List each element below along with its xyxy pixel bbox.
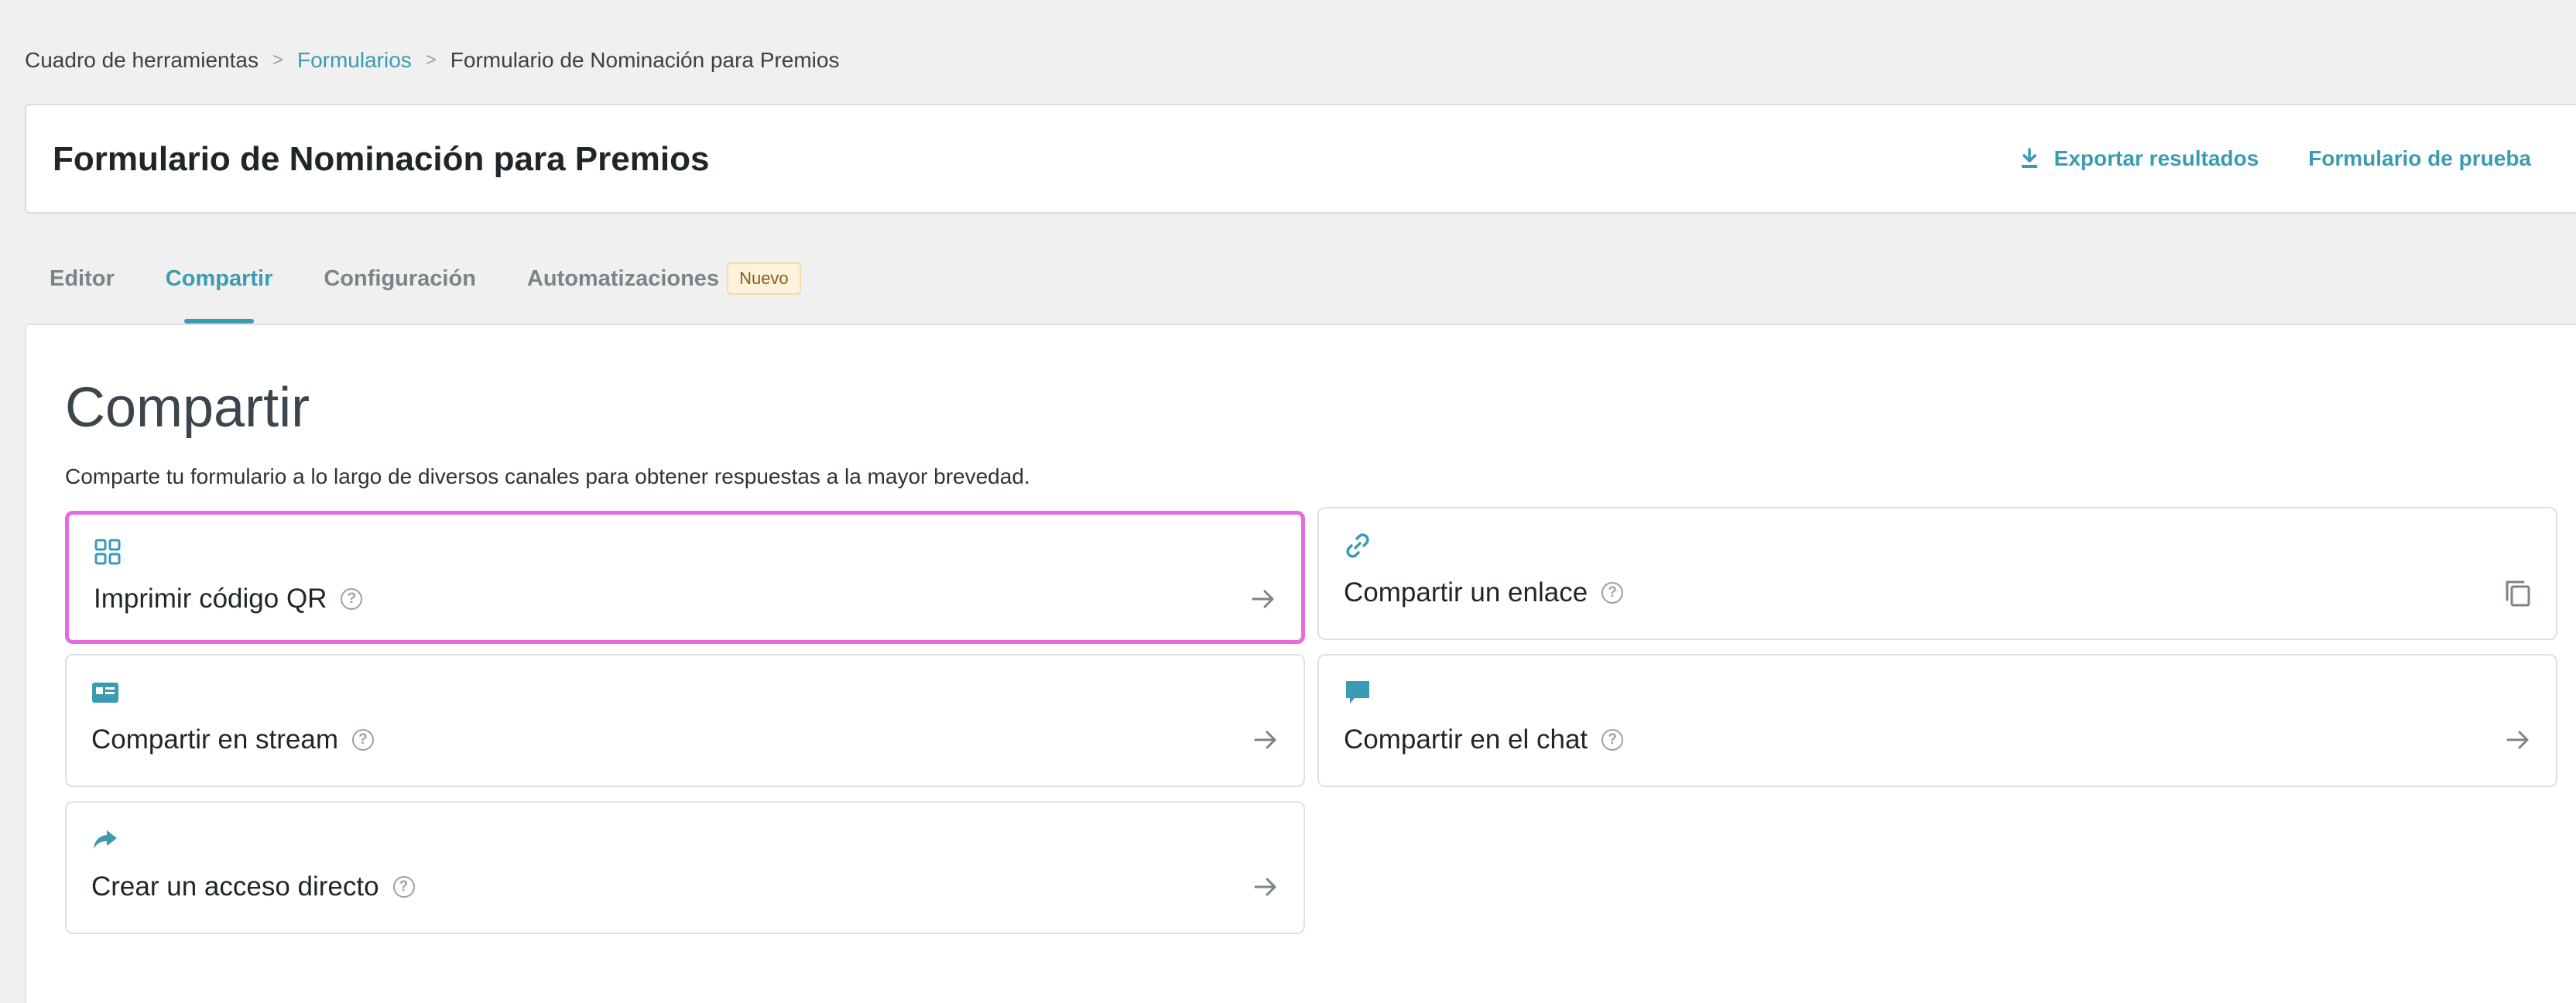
breadcrumb-item-forms[interactable]: Formularios [297, 45, 412, 76]
new-badge: Nuevo [727, 262, 801, 295]
arrow-right-icon [1254, 878, 1276, 896]
tab-compartir[interactable]: Compartir [165, 255, 273, 323]
option-label-text: Compartir en stream [91, 724, 338, 755]
breadcrumb-separator: > [425, 50, 437, 70]
help-icon[interactable]: ? [341, 588, 363, 610]
header-actions: Exportar resultados Formulario de prueba [2020, 105, 2531, 212]
download-icon [2021, 148, 2037, 168]
section-description: Comparte tu formulario a lo largo de div… [65, 464, 1030, 488]
test-form-label: Formulario de prueba [2308, 146, 2531, 170]
test-form-button[interactable]: Formulario de prueba [2308, 146, 2531, 171]
share-link-option[interactable]: Compartir un enlace ? [1317, 507, 2557, 640]
arrow-right-icon [1254, 731, 1276, 749]
export-results-button[interactable]: Exportar resultados [2020, 146, 2259, 171]
arrow-right-icon [2506, 731, 2529, 749]
help-icon[interactable]: ? [1601, 582, 1624, 604]
section-heading: Compartir [65, 377, 310, 439]
option-label: Compartir en el chat ? [1344, 721, 1624, 759]
tab-editor[interactable]: Editor [50, 255, 115, 302]
chat-bubble-icon [1346, 681, 1369, 703]
breadcrumb-separator: > [272, 50, 283, 70]
tab-configuracion[interactable]: Configuración [324, 255, 476, 302]
copy-icon[interactable] [2503, 578, 2533, 608]
link-icon [1346, 533, 1369, 558]
option-label: Imprimir código QR ? [94, 580, 363, 618]
option-label: Crear un acceso directo ? [91, 868, 415, 906]
breadcrumb: Cuadro de herramientas > Formularios > F… [25, 45, 839, 76]
tab-automatizaciones[interactable]: Automatizaciones Nuevo [527, 255, 801, 302]
stream-card-icon [92, 683, 118, 703]
page-title: Formulario de Nominación para Premios [53, 140, 710, 178]
share-chat-option[interactable]: Compartir en el chat ? [1317, 654, 2557, 787]
tab-bar: Editor Compartir Configuración Automatiz… [50, 255, 801, 325]
help-icon[interactable]: ? [351, 729, 374, 751]
tab-label: Editor [50, 266, 115, 291]
option-label: Compartir un enlace ? [1344, 573, 1624, 612]
option-label-text: Compartir un enlace [1344, 577, 1588, 608]
form-header: Formulario de Nominación para Premios Ex… [25, 104, 2576, 214]
create-shortcut-option[interactable]: Crear un acceso directo ? [65, 801, 1305, 934]
export-results-label: Exportar resultados [2054, 146, 2259, 170]
option-label-text: Crear un acceso directo [91, 871, 379, 902]
option-label-text: Compartir en el chat [1344, 724, 1588, 755]
breadcrumb-item-toolbox[interactable]: Cuadro de herramientas [25, 45, 259, 76]
share-stream-option[interactable]: Compartir en stream ? [65, 654, 1305, 787]
tab-label: Configuración [324, 266, 476, 291]
share-arrow-icon [94, 830, 117, 849]
print-qr-option[interactable]: Imprimir código QR ? [65, 511, 1305, 644]
tab-label: Automatizaciones [526, 266, 720, 291]
option-label: Compartir en stream ? [91, 721, 374, 759]
qr-grid-icon [94, 539, 121, 565]
breadcrumb-item-current: Formulario de Nominación para Premios [450, 48, 840, 72]
help-icon[interactable]: ? [1601, 729, 1624, 751]
help-icon[interactable]: ? [392, 876, 415, 898]
share-panel: Compartir Comparte tu formulario a lo la… [25, 323, 2576, 1003]
tab-label: Compartir [165, 266, 273, 291]
option-label-text: Imprimir código QR [94, 584, 327, 614]
arrow-right-icon [1252, 590, 1274, 608]
